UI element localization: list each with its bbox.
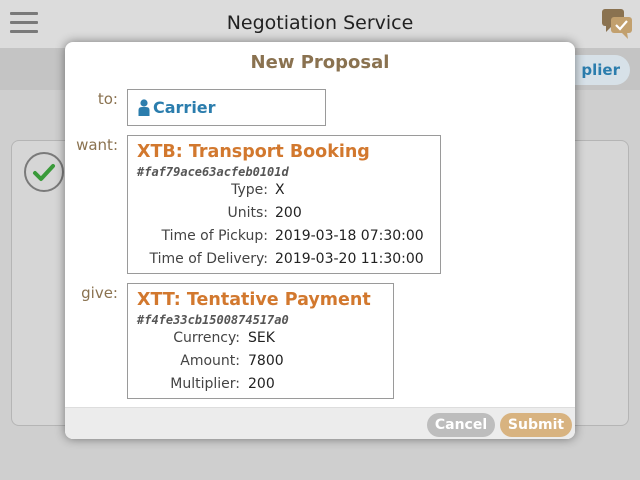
- to-label: to:: [97, 90, 118, 108]
- app-title: Negotiation Service: [226, 12, 414, 34]
- submit-button[interactable]: Submit: [500, 413, 572, 437]
- want-label: want:: [76, 136, 118, 154]
- app-bar: Negotiation Service: [0, 0, 640, 48]
- cancel-button[interactable]: Cancel: [427, 413, 495, 437]
- chat-icon[interactable]: [600, 7, 634, 41]
- dialog-title: New Proposal: [250, 52, 390, 73]
- person-icon: [138, 99, 150, 116]
- give-contract-title: XTT: Tentative Payment: [137, 290, 371, 310]
- accepted-check-icon: [24, 152, 64, 192]
- give-contract-box[interactable]: XTT: Tentative Payment #f4fe33cb15008745…: [127, 283, 394, 399]
- recipient-name: Carrier: [153, 98, 216, 117]
- dialog-footer: Cancel Submit: [65, 407, 575, 439]
- give-contract-id: #f4fe33cb1500874517a0: [137, 313, 289, 327]
- new-proposal-dialog: New Proposal to: Carrier want: XTB: Tran…: [65, 42, 575, 439]
- recipient-field[interactable]: Carrier: [127, 89, 326, 126]
- want-contract-title: XTB: Transport Booking: [137, 142, 370, 162]
- give-label: give:: [81, 284, 118, 302]
- want-contract-id: #faf79ace63acfeb0101d: [137, 165, 289, 179]
- want-contract-box[interactable]: XTB: Transport Booking #faf79ace63acfeb0…: [127, 135, 441, 274]
